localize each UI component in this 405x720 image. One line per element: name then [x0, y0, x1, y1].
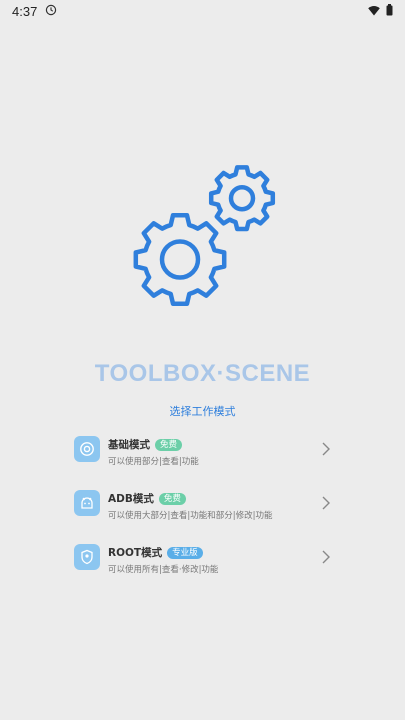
mode-description: 可以使用大部分|查看|功能和部分|修改|功能	[108, 511, 273, 521]
mode-item-adb[interactable]: ADB模式 免费 可以使用大部分|查看|功能和部分|修改|功能	[0, 482, 405, 536]
basic-mode-icon	[74, 436, 100, 462]
chevron-right-icon	[319, 440, 333, 458]
chevron-right-icon	[319, 548, 333, 566]
mode-item-root[interactable]: ROOT模式 专业版 可以使用所有|查看·修改|功能	[0, 536, 405, 590]
free-badge: 免费	[155, 438, 183, 451]
mode-title: 基础模式	[108, 439, 150, 451]
free-badge: 免费	[158, 492, 186, 505]
status-bar: 4:37	[0, 0, 405, 22]
mode-title-row: ADB模式 免费	[108, 491, 272, 506]
chevron-right-icon	[319, 494, 333, 512]
status-time: 4:37	[12, 3, 38, 19]
mode-item-basic[interactable]: 基础模式 免费 可以使用部分|查看|功能	[0, 428, 405, 482]
mode-text: ROOT模式 专业版 可以使用所有|查看·修改|功能	[108, 545, 218, 575]
mode-list: 基础模式 免费 可以使用部分|查看|功能 ADB模式 免费 可以使用大部分|查看…	[0, 428, 405, 590]
mode-title-row: 基础模式 免费	[108, 437, 199, 452]
mode-text: 基础模式 免费 可以使用部分|查看|功能	[108, 437, 199, 467]
battery-icon	[386, 3, 393, 19]
mode-title: ADB模式	[108, 493, 154, 505]
mode-title-row: ROOT模式 专业版	[108, 545, 218, 560]
app-title: TOOLBOX·SCENE	[94, 360, 311, 387]
mode-description: 可以使用所有|查看·修改|功能	[108, 565, 219, 575]
gears-icon	[120, 150, 290, 325]
pro-badge: 专业版	[167, 546, 203, 559]
root-shield-icon	[74, 544, 100, 570]
status-right	[368, 3, 393, 19]
status-left: 4:37	[12, 4, 57, 19]
android-adb-icon	[74, 490, 100, 516]
mode-text: ADB模式 免费 可以使用大部分|查看|功能和部分|修改|功能	[108, 491, 272, 521]
mode-description: 可以使用部分|查看|功能	[108, 457, 199, 467]
mode-title: ROOT模式	[108, 547, 163, 559]
wifi-icon	[368, 4, 380, 19]
select-mode-heading: 选择工作模式	[169, 405, 236, 418]
alarm-clock-icon	[45, 4, 57, 19]
